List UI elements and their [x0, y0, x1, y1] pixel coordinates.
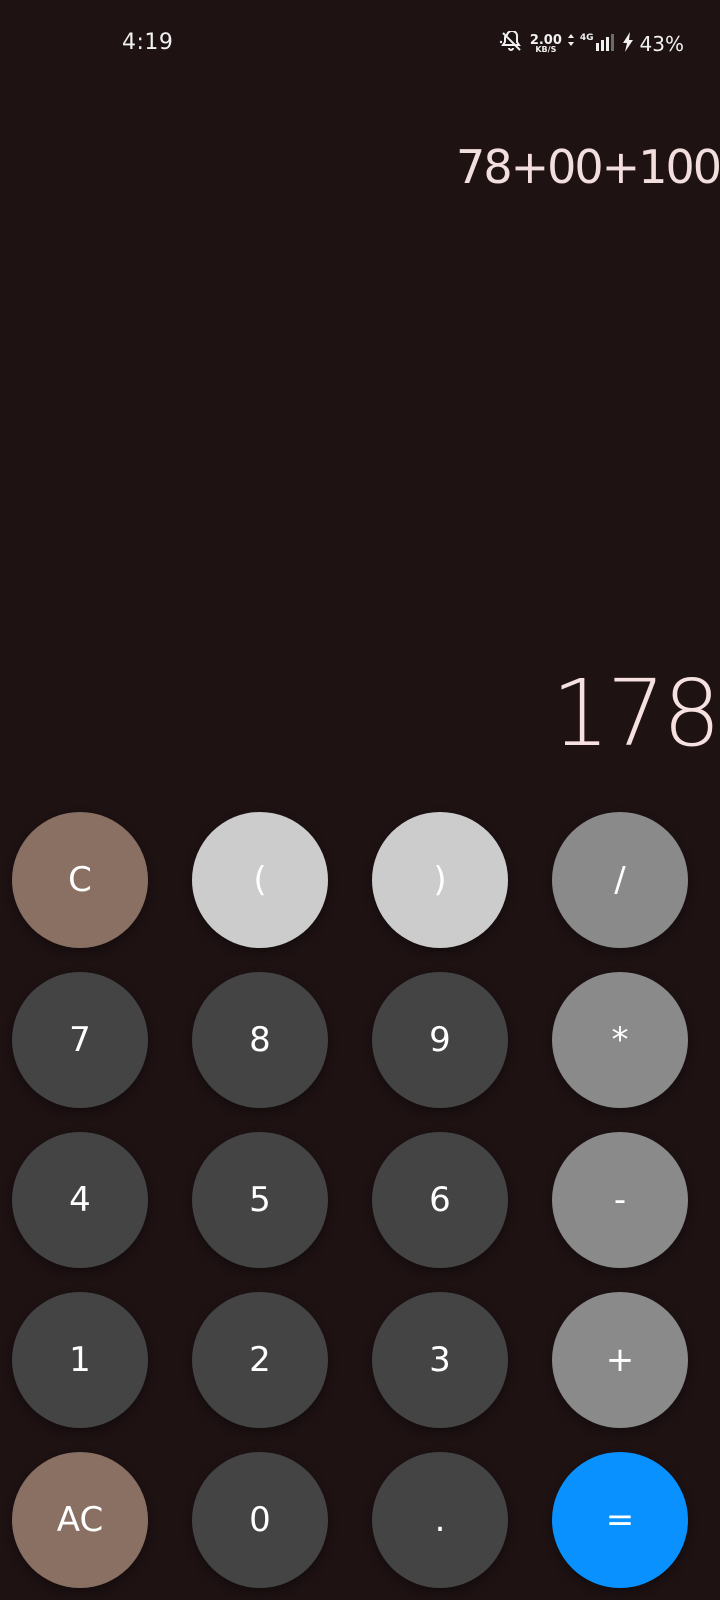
add-button[interactable]: + [552, 1292, 688, 1428]
signal-icon [595, 33, 616, 55]
data-arrows-icon [567, 33, 574, 55]
network-type: 4G [579, 33, 594, 43]
digit-7-button[interactable]: 7 [12, 972, 148, 1108]
digit-0-button[interactable]: 0 [192, 1452, 328, 1588]
status-time: 4:19 [122, 30, 174, 55]
digit-9-button[interactable]: 9 [372, 972, 508, 1108]
equals-button[interactable]: = [552, 1452, 688, 1588]
digit-2-button[interactable]: 2 [192, 1292, 328, 1428]
status-bar: 4:19 2.00 KB/S 4G 43% [0, 0, 720, 90]
open-paren-button[interactable]: ( [192, 812, 328, 948]
net-speed: 2.00 KB/S [529, 32, 562, 55]
result-display: 178 [551, 660, 720, 767]
decimal-button[interactable]: . [372, 1452, 508, 1588]
all-clear-button[interactable]: AC [12, 1452, 148, 1588]
mute-icon [498, 29, 524, 57]
digit-6-button[interactable]: 6 [372, 1132, 508, 1268]
battery-percent: 43% [639, 32, 684, 56]
status-icons: 2.00 KB/S 4G 43% [498, 29, 684, 58]
charging-icon [622, 32, 634, 56]
clear-button[interactable]: C [12, 812, 148, 948]
expression-display[interactable]: 78+00+100 [456, 140, 720, 194]
digit-1-button[interactable]: 1 [12, 1292, 148, 1428]
subtract-button[interactable]: - [552, 1132, 688, 1268]
digit-8-button[interactable]: 8 [192, 972, 328, 1108]
divide-button[interactable]: / [552, 812, 688, 948]
close-paren-button[interactable]: ) [372, 812, 508, 948]
digit-5-button[interactable]: 5 [192, 1132, 328, 1268]
digit-3-button[interactable]: 3 [372, 1292, 508, 1428]
digit-4-button[interactable]: 4 [12, 1132, 148, 1268]
multiply-button[interactable]: * [552, 972, 688, 1108]
